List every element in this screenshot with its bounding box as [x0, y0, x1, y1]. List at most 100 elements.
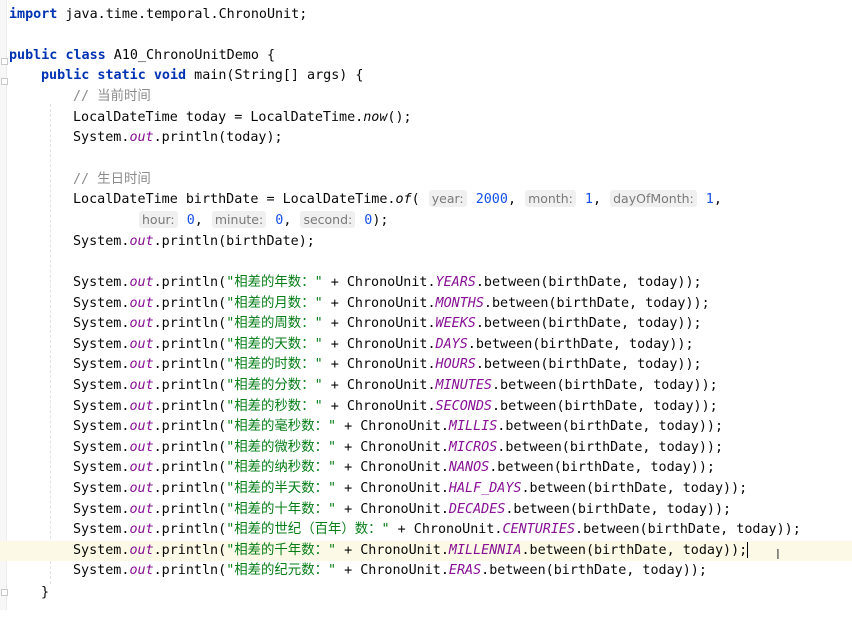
- println-call: .println(today);: [153, 130, 283, 145]
- chronounit-ref: + ChronoUnit.: [322, 378, 436, 393]
- system-ref: System.: [73, 275, 130, 290]
- code-line-close-main[interactable]: }: [0, 583, 852, 603]
- field-out: out: [129, 130, 154, 145]
- string-label: "相差的千年数：": [226, 543, 337, 558]
- enum-constant: ERAS: [448, 563, 482, 578]
- code-line-println[interactable]: System.out.println("相差的世纪（百年）数：" + Chron…: [0, 520, 852, 540]
- keyword-modifiers: public static void: [41, 68, 187, 83]
- code-line-println[interactable]: System.out.println("相差的十年数：" + ChronoUni…: [0, 500, 852, 520]
- code-line-birth-decl-cont[interactable]: hour: 0, minute: 0, second: 0);: [0, 211, 852, 231]
- between-call: .between(birthDate, today));: [483, 296, 710, 311]
- code-line-println[interactable]: System.out.println("相差的分数：" + ChronoUnit…: [0, 376, 852, 396]
- value-year: 2000: [475, 192, 508, 207]
- code-line-println[interactable]: System.out.println("相差的秒数：" + ChronoUnit…: [0, 397, 852, 417]
- enum-constant: YEARS: [435, 275, 476, 290]
- field-out: out: [129, 419, 154, 434]
- chronounit-ref: + ChronoUnit.: [336, 440, 449, 455]
- string-label: "相差的世纪（百年）数：": [226, 522, 390, 537]
- chronounit-ref: + ChronoUnit.: [322, 275, 436, 290]
- code-line-println[interactable]: System.out.println("相差的天数：" + ChronoUnit…: [0, 335, 852, 355]
- method-of: of: [395, 192, 412, 207]
- system-ref: System.: [73, 522, 130, 537]
- between-call: .between(birthDate, today));: [505, 502, 732, 517]
- between-call: .between(birthDate, today));: [497, 419, 724, 434]
- code-line-println[interactable]: System.out.println("相差的周数：" + ChronoUnit…: [0, 314, 852, 334]
- field-out: out: [129, 563, 154, 578]
- code-line-print-birth[interactable]: System.out.println(birthDate);: [0, 232, 852, 252]
- system-ref: System.: [73, 481, 130, 496]
- system-ref: System.: [73, 502, 130, 517]
- code-line-comment-birth[interactable]: // 生日时间: [0, 170, 852, 190]
- between-call: .between(birthDate, today));: [489, 460, 715, 475]
- system-ref: System.: [73, 419, 130, 434]
- keyword-class: class: [65, 48, 106, 63]
- param-hint-month: month:: [525, 190, 576, 207]
- code-line-println[interactable]: System.out.println("相差的微秒数：" + ChronoUni…: [0, 438, 852, 458]
- field-out: out: [129, 296, 154, 311]
- code-line-now[interactable]: LocalDateTime today = LocalDateTime.now(…: [0, 108, 852, 128]
- chronounit-ref: + ChronoUnit.: [336, 502, 449, 517]
- println-call: .println(: [153, 275, 227, 290]
- code-editor[interactable]: import java.time.temporal.ChronoUnit; pu…: [0, 0, 852, 610]
- param-hint-hour: hour:: [139, 211, 178, 228]
- field-out: out: [129, 275, 154, 290]
- code-line-println[interactable]: System.out.println("相差的毫秒数：" + ChronoUni…: [0, 417, 852, 437]
- enum-constant: CENTURIES: [502, 522, 576, 537]
- enum-constant: HALF_DAYS: [448, 481, 522, 496]
- field-out: out: [129, 337, 154, 352]
- string-label: "相差的分数：": [226, 378, 323, 393]
- field-out: out: [129, 543, 154, 558]
- class-name: A10_ChronoUnitDemo {: [105, 48, 276, 63]
- system-ref: System.: [73, 357, 130, 372]
- code-line-print-today[interactable]: System.out.println(today);: [0, 128, 852, 148]
- chronounit-ref: + ChronoUnit.: [322, 316, 436, 331]
- println-call: .println(: [153, 460, 227, 475]
- code-line-println[interactable]: System.out.println("相差的时数：" + ChronoUnit…: [0, 355, 852, 375]
- code-line-class-decl[interactable]: public class A10_ChronoUnitDemo {: [0, 46, 852, 66]
- string-label: "相差的毫秒数：": [226, 419, 337, 434]
- println-call: .println(: [153, 419, 227, 434]
- enum-constant: MONTHS: [435, 296, 484, 311]
- string-label: "相差的纪元数：": [226, 563, 337, 578]
- code-line-main-decl[interactable]: public static void main(String[] args) {: [0, 66, 852, 86]
- string-label: "相差的月数：": [226, 296, 323, 311]
- between-call: .between(birthDate, today));: [475, 316, 702, 331]
- string-label: "相差的周数：": [226, 316, 323, 331]
- enum-constant: MINUTES: [435, 378, 492, 393]
- string-label: "相差的纳秒数：": [226, 460, 337, 475]
- method-now: now: [363, 110, 388, 125]
- code-line-println[interactable]: System.out.println("相差的纳秒数：" + ChronoUni…: [0, 458, 852, 478]
- string-label: "相差的年数：": [226, 275, 323, 290]
- code-line-comment-now[interactable]: // 当前时间: [0, 87, 852, 107]
- code-line-println[interactable]: System.out.println("相差的月数：" + ChronoUnit…: [0, 294, 852, 314]
- chronounit-ref: + ChronoUnit.: [322, 399, 436, 414]
- text-caret: [747, 542, 749, 558]
- system-ref: System.: [73, 316, 130, 331]
- field-out: out: [129, 481, 154, 496]
- string-label: "相差的时数：": [226, 357, 323, 372]
- code-line-import[interactable]: import java.time.temporal.ChronoUnit;: [0, 5, 852, 25]
- code-line-println[interactable]: System.out.println("相差的年数：" + ChronoUnit…: [0, 273, 852, 293]
- chronounit-ref: + ChronoUnit.: [322, 296, 436, 311]
- string-label: "相差的半天数：": [226, 481, 337, 496]
- enum-constant: MILLENNIA: [448, 543, 522, 558]
- println-call: .println(: [153, 296, 227, 311]
- param-hint-year: year:: [428, 190, 467, 207]
- value-day: 1: [705, 192, 714, 207]
- chronounit-ref: + ChronoUnit.: [336, 460, 449, 475]
- code-line-birth-decl[interactable]: LocalDateTime birthDate = LocalDateTime.…: [0, 190, 852, 210]
- system-ref: System.: [73, 337, 130, 352]
- string-label: "相差的微秒数：": [226, 440, 337, 455]
- system-ref: System.: [73, 378, 130, 393]
- between-call: .between(birthDate, today));: [575, 522, 801, 537]
- println-call: .println(: [153, 337, 227, 352]
- between-call: .between(birthDate, today));: [475, 357, 702, 372]
- field-out: out: [129, 460, 154, 475]
- system-ref: System.: [73, 543, 130, 558]
- chronounit-ref: + ChronoUnit.: [336, 419, 449, 434]
- code-line-println[interactable]: System.out.println("相差的半天数：" + ChronoUni…: [0, 479, 852, 499]
- code-line-println[interactable]: System.out.println("相差的纪元数：" + ChronoUni…: [0, 561, 852, 581]
- code-line-println[interactable]: System.out.println("相差的千年数：" + ChronoUni…: [0, 541, 852, 561]
- println-call: .println(: [153, 502, 227, 517]
- enum-constant: SECONDS: [435, 399, 492, 414]
